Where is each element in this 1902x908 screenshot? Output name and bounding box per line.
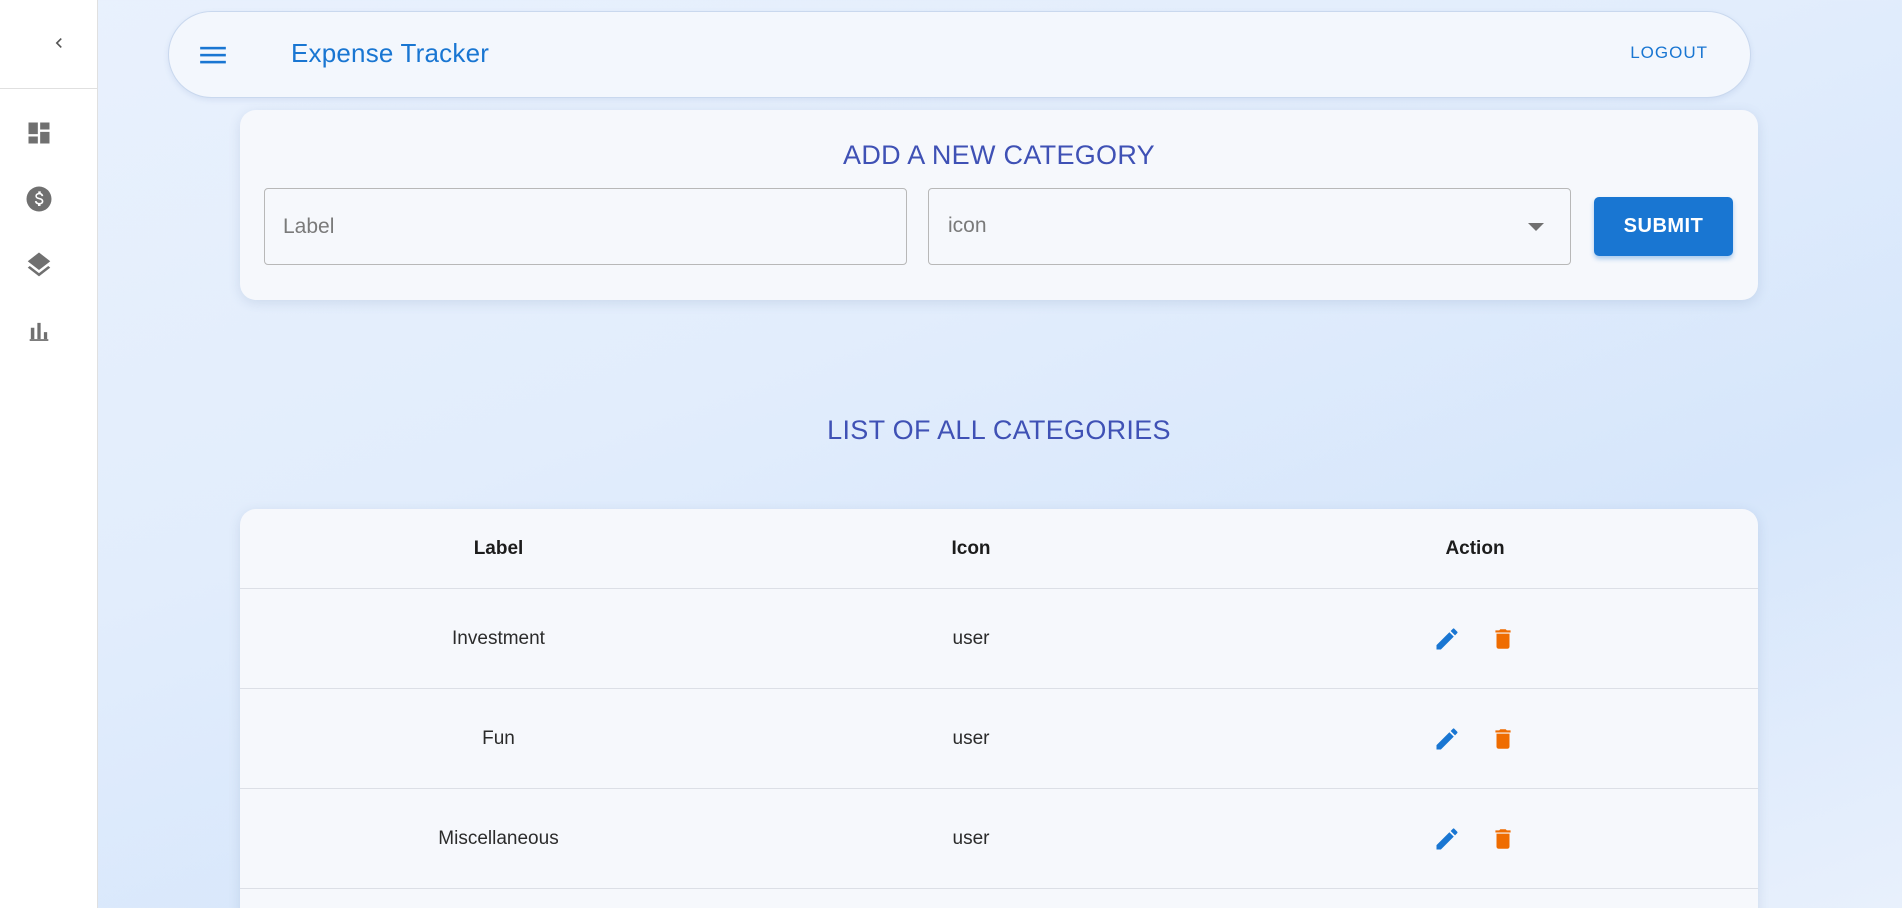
sidebar: [0, 0, 98, 908]
column-header-icon: Icon: [951, 537, 991, 559]
table-header: Label Icon Action: [240, 509, 1758, 589]
row-label: Fun: [482, 727, 515, 749]
row-label: Miscellaneous: [438, 827, 559, 849]
edit-button[interactable]: [1431, 823, 1463, 855]
collapse-sidebar-button[interactable]: [46, 30, 72, 56]
list-heading: LIST OF ALL CATEGORIES: [827, 415, 1171, 445]
icon-select-value: icon: [948, 214, 987, 237]
sidebar-header: [0, 0, 97, 89]
delete-button[interactable]: [1487, 723, 1519, 755]
row-actions: [1185, 689, 1758, 788]
row-label: Investment: [452, 627, 545, 649]
add-category-heading: ADD A NEW CATEGORY: [843, 140, 1155, 170]
dollar-circle-icon: [26, 186, 52, 212]
row-actions: [1185, 789, 1758, 888]
edit-pencil-icon: [1436, 827, 1458, 849]
layers-icon: [27, 252, 51, 277]
sidebar-item-reports[interactable]: [24, 316, 54, 346]
logout-button[interactable]: LOGOUT: [1630, 43, 1708, 63]
add-category-card: ADD A NEW CATEGORY icon SUBMIT: [240, 110, 1758, 300]
row-icon: user: [952, 727, 990, 749]
table-row: Miscellaneous user: [240, 789, 1758, 889]
edit-pencil-icon: [1436, 627, 1458, 649]
row-actions: [1185, 589, 1758, 688]
delete-button[interactable]: [1487, 823, 1519, 855]
bar-chart-icon: [29, 322, 49, 341]
categories-table: Label Icon Action Investment user Fun us…: [240, 509, 1758, 908]
column-header-label: Label: [473, 537, 524, 559]
app-title: Expense Tracker: [291, 38, 490, 68]
trash-icon: [1495, 828, 1511, 849]
dashboard-icon: [28, 122, 50, 144]
edit-button[interactable]: [1431, 723, 1463, 755]
sidebar-item-expenses[interactable]: [24, 184, 54, 214]
menu-button[interactable]: [198, 42, 228, 68]
submit-button[interactable]: SUBMIT: [1594, 197, 1733, 256]
trash-icon: [1495, 728, 1511, 749]
sidebar-item-categories[interactable]: [24, 250, 54, 280]
label-field: [264, 188, 907, 265]
edit-pencil-icon: [1436, 727, 1458, 749]
app-bar: Expense Tracker LOGOUT: [168, 11, 1751, 98]
row-icon: user: [952, 627, 990, 649]
label-input[interactable]: [265, 189, 906, 264]
trash-icon: [1495, 628, 1511, 649]
dropdown-arrow-icon: [1528, 223, 1544, 231]
chevron-left-icon: [55, 38, 62, 48]
row-icon: user: [952, 827, 990, 849]
hamburger-menu-icon: [200, 46, 226, 64]
table-row: Fun user: [240, 689, 1758, 789]
sidebar-item-dashboard[interactable]: [24, 118, 54, 148]
edit-button[interactable]: [1431, 623, 1463, 655]
column-header-action: Action: [1445, 537, 1505, 559]
delete-button[interactable]: [1487, 623, 1519, 655]
table-row: Investment user: [240, 589, 1758, 689]
icon-select[interactable]: icon: [928, 188, 1571, 265]
